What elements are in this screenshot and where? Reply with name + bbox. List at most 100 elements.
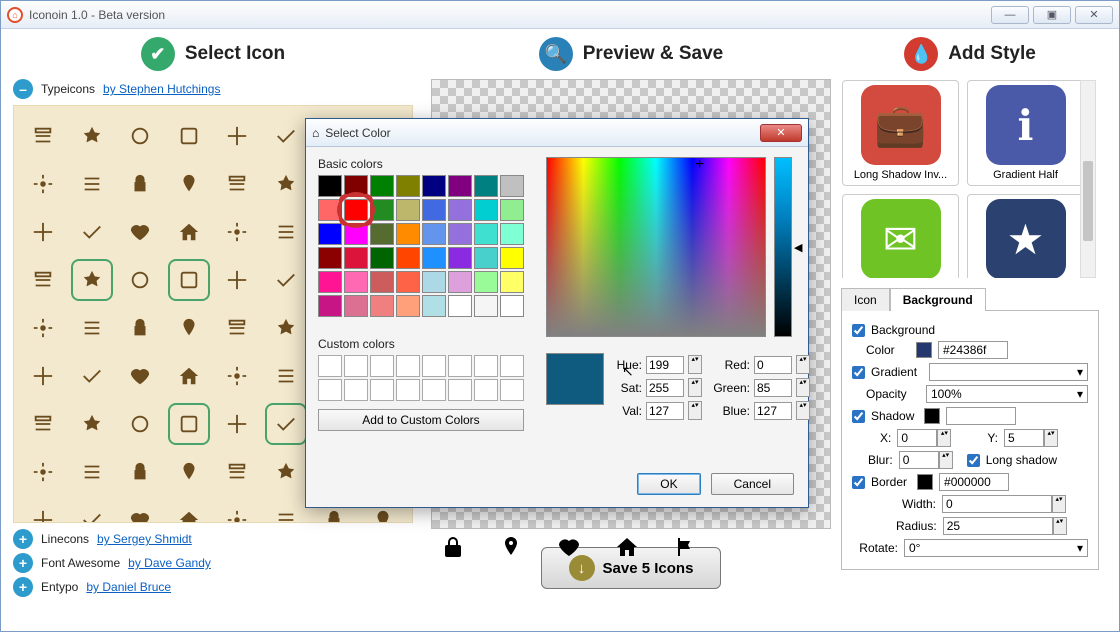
basic-color-swatch[interactable] (370, 223, 394, 245)
val-spinner[interactable]: ▴▾ (688, 401, 702, 420)
icon-cell[interactable] (119, 355, 161, 397)
custom-color-swatch[interactable] (396, 379, 420, 401)
basic-color-swatch[interactable] (448, 223, 472, 245)
dialog-titlebar[interactable]: ⌂ Select Color ✕ (306, 119, 808, 147)
basic-color-swatch[interactable] (370, 247, 394, 269)
icon-cell[interactable] (119, 451, 161, 493)
icon-cell[interactable] (216, 355, 258, 397)
icon-cell[interactable] (168, 499, 210, 523)
color-input[interactable] (938, 341, 1008, 359)
shadow-checkbox[interactable] (852, 410, 865, 423)
shadow-color-input[interactable] (946, 407, 1016, 425)
icon-cell[interactable] (22, 259, 64, 301)
expand-button[interactable]: + (13, 553, 33, 573)
iconset-author-link[interactable]: by Dave Gandy (128, 556, 211, 570)
basic-color-swatch[interactable] (500, 223, 524, 245)
hue-slider[interactable] (774, 157, 792, 337)
icon-cell[interactable] (265, 403, 307, 445)
gradient-checkbox[interactable] (852, 366, 865, 379)
basic-color-swatch[interactable] (344, 295, 368, 317)
icon-cell[interactable] (71, 451, 113, 493)
icon-cell[interactable] (119, 499, 161, 523)
basic-color-swatch[interactable] (500, 247, 524, 269)
icon-cell[interactable] (22, 355, 64, 397)
border-checkbox[interactable] (852, 476, 865, 489)
red-input[interactable] (754, 356, 792, 374)
shadow-y-input[interactable]: ▴▾ (1004, 429, 1058, 447)
icon-cell[interactable] (71, 403, 113, 445)
basic-color-swatch[interactable] (500, 199, 524, 221)
basic-color-swatch[interactable] (448, 199, 472, 221)
style-tile[interactable]: ✉New iOs 7 3D (842, 194, 959, 279)
border-swatch[interactable] (917, 474, 933, 490)
icon-cell[interactable] (71, 259, 113, 301)
basic-color-swatch[interactable] (318, 295, 342, 317)
style-list[interactable]: 💼Long Shadow Inv...ℹGradient Half✉New iO… (841, 79, 1099, 279)
minimize-button[interactable]: — (991, 6, 1029, 24)
color-swatch[interactable] (916, 342, 932, 358)
custom-color-swatch[interactable] (422, 355, 446, 377)
basic-color-swatch[interactable] (500, 295, 524, 317)
icon-cell[interactable] (265, 307, 307, 349)
icon-cell[interactable] (265, 451, 307, 493)
blue-input[interactable] (754, 402, 792, 420)
icon-cell[interactable] (216, 307, 258, 349)
dialog-close-button[interactable]: ✕ (760, 124, 802, 142)
sat-input[interactable] (646, 379, 684, 397)
custom-color-swatch[interactable] (318, 379, 342, 401)
style-tile[interactable]: ★Long Shadow 3D (967, 194, 1084, 279)
icon-cell[interactable] (168, 307, 210, 349)
custom-color-swatch[interactable] (448, 379, 472, 401)
basic-color-swatch[interactable] (422, 271, 446, 293)
expand-button[interactable]: + (13, 577, 33, 597)
icon-cell[interactable] (22, 115, 64, 157)
rotate-combo[interactable]: 0°▾ (904, 539, 1088, 557)
add-custom-button[interactable]: Add to Custom Colors (318, 409, 524, 431)
custom-color-swatch[interactable] (370, 355, 394, 377)
basic-color-swatch[interactable] (396, 295, 420, 317)
basic-color-swatch[interactable] (422, 175, 446, 197)
basic-color-swatch[interactable] (396, 199, 420, 221)
sat-spinner[interactable]: ▴▾ (688, 378, 702, 397)
background-checkbox[interactable] (852, 324, 865, 337)
icon-cell[interactable] (71, 499, 113, 523)
basic-color-swatch[interactable] (396, 247, 420, 269)
basic-color-swatch[interactable] (474, 175, 498, 197)
basic-color-swatch[interactable] (396, 175, 420, 197)
icon-cell[interactable] (265, 163, 307, 205)
ok-button[interactable]: OK (637, 473, 700, 495)
blur-input[interactable]: ▴▾ (899, 451, 953, 469)
cancel-button[interactable]: Cancel (711, 473, 794, 495)
custom-color-swatch[interactable] (448, 355, 472, 377)
custom-color-swatch[interactable] (344, 355, 368, 377)
icon-cell[interactable] (168, 355, 210, 397)
basic-color-swatch[interactable] (344, 247, 368, 269)
shadow-x-input[interactable]: ▴▾ (897, 429, 951, 447)
border-color-input[interactable] (939, 473, 1009, 491)
style-tile[interactable]: ℹGradient Half (967, 80, 1084, 186)
basic-color-swatch[interactable] (422, 223, 446, 245)
icon-cell[interactable] (216, 259, 258, 301)
icon-cell[interactable] (168, 259, 210, 301)
custom-color-swatch[interactable] (396, 355, 420, 377)
basic-color-swatch[interactable] (448, 247, 472, 269)
custom-color-swatch[interactable] (422, 379, 446, 401)
icon-cell[interactable] (22, 499, 64, 523)
basic-color-swatch[interactable] (474, 271, 498, 293)
icon-cell[interactable] (71, 115, 113, 157)
icon-cell[interactable] (71, 163, 113, 205)
color-gradient-area[interactable]: + (546, 157, 766, 337)
tab-icon[interactable]: Icon (841, 288, 890, 311)
icon-cell[interactable] (168, 403, 210, 445)
icon-cell[interactable] (22, 451, 64, 493)
icon-cell[interactable] (265, 259, 307, 301)
basic-color-swatch[interactable] (318, 247, 342, 269)
basic-color-swatch[interactable] (318, 271, 342, 293)
icon-cell[interactable] (71, 355, 113, 397)
iconset-author-link[interactable]: by Sergey Shmidt (97, 532, 192, 546)
longshadow-checkbox[interactable] (967, 454, 980, 467)
icon-cell[interactable] (71, 211, 113, 253)
opacity-combo[interactable]: 100%▾ (926, 385, 1088, 403)
shadow-swatch[interactable] (924, 408, 940, 424)
tab-background[interactable]: Background (890, 288, 986, 311)
